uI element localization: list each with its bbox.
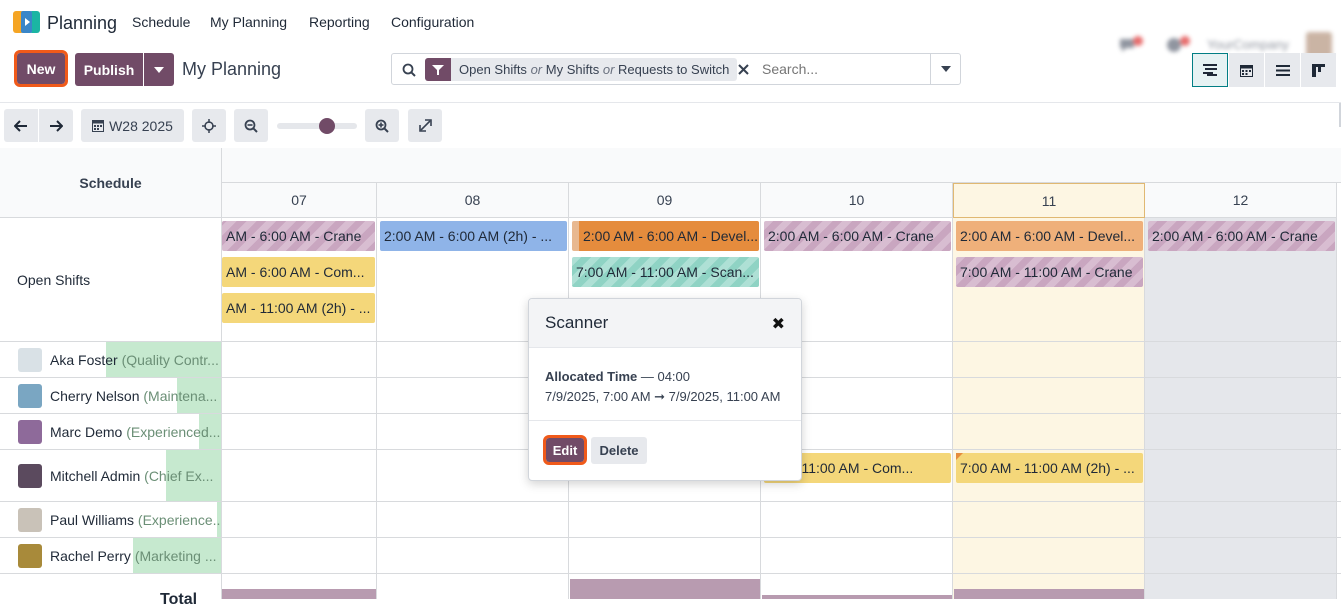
- caret-down-icon: [940, 66, 951, 72]
- shift-pill[interactable]: 7:00 AM - 11:00 AM (2h) - ...: [956, 453, 1143, 483]
- search-options-toggle[interactable]: [930, 54, 960, 84]
- zoom-in-icon: [375, 119, 389, 133]
- shift-pill[interactable]: 7:00 AM - 11:00 AM - Scan...: [572, 257, 759, 287]
- search-facet-filter[interactable]: Open Shifts or My Shifts or Requests to …: [425, 58, 738, 81]
- publish-button[interactable]: Publish: [75, 53, 143, 86]
- row-label-mitchell-admin[interactable]: Mitchell Admin (Chief Ex...: [0, 450, 222, 501]
- edit-button[interactable]: Edit: [543, 435, 587, 465]
- expand-button[interactable]: [408, 109, 442, 142]
- gantt-header-top: [222, 148, 1341, 183]
- list-view-button[interactable]: [1264, 53, 1300, 87]
- allocated-time-label: Allocated Time: [545, 369, 638, 384]
- avatar: [18, 507, 42, 532]
- close-icon[interactable]: ✖: [772, 314, 785, 334]
- zoom-out-icon: [244, 119, 258, 133]
- shift-pill[interactable]: AM - 11:00 AM (2h) - ...: [222, 293, 375, 323]
- row-label-rachel-perry[interactable]: Rachel Perry (Marketing ...: [0, 538, 222, 573]
- expand-icon: [418, 119, 432, 132]
- search-input[interactable]: [762, 59, 922, 79]
- total-bar: [762, 595, 952, 599]
- shift-pill[interactable]: AM - 6:00 AM - Crane: [222, 221, 375, 251]
- day-column-12[interactable]: [1145, 218, 1337, 599]
- total-bar: [222, 589, 376, 599]
- menu-my-planning[interactable]: My Planning: [210, 14, 287, 30]
- zoom-slider[interactable]: [277, 118, 357, 134]
- calendar-view-icon: [1240, 64, 1253, 77]
- avatar: [18, 347, 42, 372]
- row-label-paul-williams[interactable]: Paul Williams (Experience...: [0, 502, 222, 537]
- breadcrumb: My Planning: [182, 59, 282, 79]
- popover-footer: Edit Delete: [529, 420, 801, 465]
- next-button[interactable]: [39, 109, 73, 142]
- previous-button[interactable]: [4, 109, 38, 142]
- allocated-time-value: — 04:00: [640, 369, 691, 384]
- gantt-view-button[interactable]: [1192, 53, 1228, 87]
- avatar: [18, 419, 42, 444]
- zoom-out-button[interactable]: [234, 109, 268, 142]
- delete-button[interactable]: Delete: [591, 437, 647, 464]
- day-header-07: 07: [222, 183, 377, 218]
- calendar-view-button[interactable]: [1228, 53, 1264, 87]
- shift-pill[interactable]: 2:00 AM - 6:00 AM - Crane: [764, 221, 951, 251]
- day-header-10: 10: [761, 183, 953, 218]
- zoom-in-button[interactable]: [365, 109, 399, 142]
- new-button[interactable]: New: [14, 50, 68, 87]
- caret-down-icon: [154, 66, 164, 73]
- menu-reporting[interactable]: Reporting: [309, 14, 370, 30]
- shift-pill[interactable]: 7:00 AM - 11:00 AM - Crane: [956, 257, 1143, 287]
- gantt-header-label: Schedule: [0, 148, 222, 218]
- week-label: W28 2025: [109, 117, 173, 134]
- avatar: [18, 463, 42, 488]
- popover-title: Scanner: [545, 313, 609, 332]
- view-switcher: [1192, 53, 1336, 87]
- popover-body: Allocated Time — 04:00 7/9/2025, 7:00 AM…: [545, 367, 780, 407]
- facet-values: Open Shifts or My Shifts or Requests to …: [459, 62, 730, 77]
- arrow-right-icon: [50, 119, 63, 132]
- gantt-view-icon: [1203, 64, 1217, 76]
- total-bar: [570, 579, 760, 599]
- publish-dropdown-toggle[interactable]: [144, 53, 174, 86]
- row-label-marc-demo[interactable]: Marc Demo (Experienced...: [0, 414, 222, 449]
- row-label-aka-foster[interactable]: Aka Foster (Quality Contr...: [0, 342, 222, 377]
- menu-schedule[interactable]: Schedule: [132, 14, 190, 30]
- row-label-cherry-nelson[interactable]: Cherry Nelson (Maintena...: [0, 378, 222, 413]
- conflict-marker: [956, 453, 963, 460]
- day-header-12: 12: [1145, 183, 1337, 218]
- shift-pill[interactable]: 2:00 AM - 6:00 AM - Devel...: [956, 221, 1143, 251]
- crosshairs-icon: [202, 118, 216, 133]
- app-name[interactable]: Planning: [47, 13, 117, 34]
- kanban-view-button[interactable]: [1300, 53, 1336, 87]
- filter-icon: [425, 58, 451, 81]
- day-header-08: 08: [377, 183, 569, 218]
- search-bar[interactable]: Open Shifts or My Shifts or Requests to …: [391, 53, 961, 85]
- total-label: Total: [160, 591, 198, 608]
- calendar-icon: [92, 120, 105, 132]
- day-header-11: 11: [953, 183, 1145, 218]
- shift-pill[interactable]: 2:00 AM - 6:00 AM - Devel...: [572, 221, 759, 251]
- gantt-toolbar: W28 2025: [0, 103, 1341, 148]
- control-panel: New Publish My Planning Open Shifts or M…: [0, 45, 1341, 103]
- arrow-left-icon: [14, 119, 27, 132]
- popover-header: Scanner: [529, 299, 801, 348]
- planning-app-icon[interactable]: [13, 11, 40, 33]
- shift-popover: Scanner ✖ Allocated Time — 04:00 7/9/202…: [528, 298, 802, 481]
- shift-pill[interactable]: 2:00 AM - 6:00 AM - Crane: [1148, 221, 1335, 251]
- avatar: [18, 543, 42, 568]
- date-range-button[interactable]: W28 2025: [81, 109, 184, 142]
- avatar: [18, 383, 42, 408]
- search-icon[interactable]: [402, 63, 416, 77]
- shift-pill[interactable]: AM - 6:00 AM - Com...: [222, 257, 375, 287]
- list-view-icon: [1275, 64, 1290, 76]
- kanban-view-icon: [1312, 63, 1325, 77]
- row-label-open-shifts[interactable]: Open Shifts: [0, 218, 222, 341]
- remove-facet-icon[interactable]: [738, 64, 749, 75]
- shift-date-range: 7/9/2025, 7:00 AM ➞ 7/9/2025, 11:00 AM: [545, 389, 781, 404]
- day-header-09: 09: [569, 183, 761, 218]
- zoom-slider-handle[interactable]: [319, 118, 335, 134]
- total-bar: [954, 589, 1144, 599]
- menu-configuration[interactable]: Configuration: [391, 14, 474, 30]
- focus-today-button[interactable]: [192, 109, 226, 142]
- shift-pill[interactable]: 2:00 AM - 6:00 AM (2h) - ...: [380, 221, 567, 251]
- top-navbar: Planning Schedule My Planning Reporting …: [0, 0, 1341, 58]
